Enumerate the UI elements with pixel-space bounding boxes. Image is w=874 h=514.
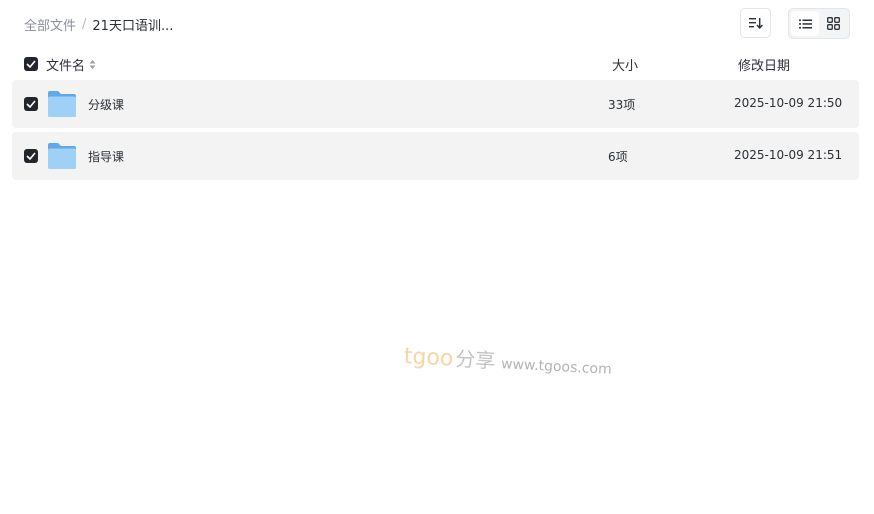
breadcrumb: 全部文件 / 21天口语训... bbox=[24, 14, 173, 34]
file-size: 6项 bbox=[608, 150, 628, 164]
file-name[interactable]: 指导课 bbox=[88, 148, 124, 165]
table-row[interactable]: 指导课 6项 2025-10-09 21:51 bbox=[12, 132, 859, 180]
file-size: 33项 bbox=[608, 98, 636, 112]
watermark-cn: 分享 bbox=[454, 346, 496, 373]
check-icon bbox=[26, 152, 36, 160]
select-all-checkbox[interactable] bbox=[24, 57, 38, 71]
grid-view-button[interactable] bbox=[819, 11, 847, 36]
table-header: 文件名 大小 修改日期 bbox=[0, 52, 874, 76]
column-header-size[interactable]: 大小 bbox=[612, 55, 638, 74]
sort-arrows-icon bbox=[89, 59, 96, 70]
file-modified-date: 2025-10-09 21:51 bbox=[734, 148, 843, 162]
folder-icon bbox=[48, 143, 76, 169]
table-row[interactable]: 分级课 33项 2025-10-09 21:50 bbox=[12, 80, 859, 128]
file-modified-date: 2025-10-09 21:50 bbox=[734, 96, 843, 110]
view-toggle bbox=[788, 8, 850, 39]
sort-descending-icon bbox=[748, 18, 763, 29]
watermark: tgoo 分享 www.tgoos.com bbox=[403, 340, 612, 380]
row-checkbox[interactable] bbox=[24, 97, 38, 111]
column-header-name-label: 文件名 bbox=[46, 59, 86, 74]
grid-view-icon bbox=[826, 17, 840, 30]
column-header-name[interactable]: 文件名 bbox=[46, 55, 96, 74]
check-icon bbox=[26, 60, 36, 68]
watermark-brand: tgoo bbox=[403, 344, 454, 372]
sort-button[interactable] bbox=[740, 8, 771, 38]
check-icon bbox=[26, 100, 36, 108]
file-name[interactable]: 分级课 bbox=[88, 96, 124, 113]
file-browser: 全部文件 / 21天口语训... 文件名 大小 修改日期 分级课 33项 202… bbox=[0, 0, 874, 514]
breadcrumb-current-folder: 21天口语训... bbox=[92, 18, 174, 34]
column-header-date[interactable]: 修改日期 bbox=[738, 55, 790, 74]
list-view-icon bbox=[798, 19, 812, 28]
breadcrumb-root-link[interactable]: 全部文件 bbox=[24, 15, 76, 34]
list-view-button[interactable] bbox=[791, 11, 819, 36]
row-checkbox[interactable] bbox=[24, 149, 38, 163]
breadcrumb-separator: / bbox=[82, 16, 87, 32]
folder-icon bbox=[48, 91, 76, 117]
watermark-url: www.tgoos.com bbox=[500, 356, 613, 378]
